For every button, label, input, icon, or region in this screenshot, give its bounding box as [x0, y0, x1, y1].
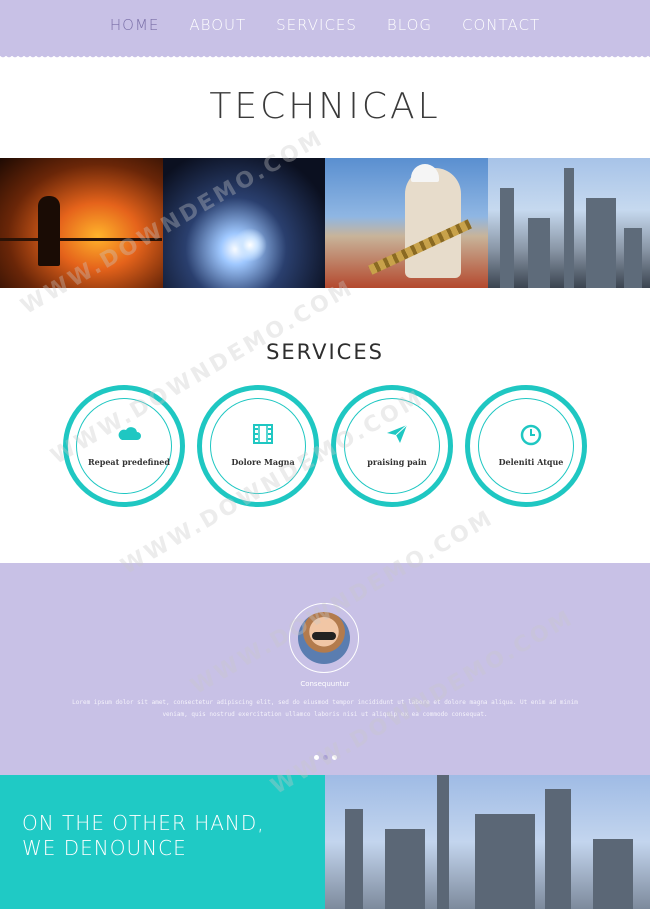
service-card[interactable]: praising pain	[331, 385, 453, 507]
refinery-photo	[487, 158, 650, 288]
bottom-heading: ON THE OTHER HAND, WE DENOUNCE	[22, 811, 265, 861]
avatar	[289, 603, 359, 673]
film-icon	[202, 424, 324, 449]
carousel-dots	[314, 755, 337, 760]
steel-furnace-photo	[0, 158, 163, 288]
carousel-dot[interactable]	[314, 755, 319, 760]
nav-blog-link[interactable]: BLOG	[387, 16, 432, 34]
top-navigation: HOME ABOUT SERVICES BLOG CONTACT	[0, 0, 650, 56]
page-title: TECHNICAL	[209, 86, 441, 127]
nav-about-link[interactable]: ABOUT	[189, 16, 246, 34]
carousel-dot[interactable]	[332, 755, 337, 760]
cloud-icon	[68, 424, 190, 447]
service-label: Deleniti Atque	[498, 457, 564, 467]
welding-sparks-photo	[162, 158, 325, 288]
bottom-heading-line1: ON THE OTHER HAND,	[22, 811, 265, 835]
service-label: Dolore Magna	[231, 457, 295, 467]
bottom-heading-line2: WE DENOUNCE	[22, 836, 187, 860]
nav-services-link[interactable]: SERVICES	[276, 16, 357, 34]
service-card[interactable]: Repeat predefined	[63, 385, 185, 507]
nav-home-link[interactable]: HOME	[110, 16, 160, 34]
testimonial-text: Lorem ipsum dolor sit amet, consectetur …	[72, 699, 578, 718]
worker-chain-photo	[325, 158, 488, 288]
service-label: Repeat predefined	[88, 457, 170, 467]
nav-scalloped-edge	[0, 54, 650, 60]
photo-strip	[0, 158, 650, 288]
service-card[interactable]: Deleniti Atque	[465, 385, 587, 507]
services-list: Repeat predefined Dolore Magna praising …	[0, 385, 650, 507]
services-heading: SERVICES	[266, 340, 384, 364]
refinery-bottom-photo	[325, 775, 650, 909]
carousel-dot[interactable]	[323, 755, 328, 760]
testimonial-section: Consequuntur Lorem ipsum dolor sit amet,…	[0, 563, 650, 775]
bottom-teal-panel: ON THE OTHER HAND, WE DENOUNCE	[0, 775, 325, 909]
service-label: praising pain	[367, 457, 427, 467]
nav-contact-link[interactable]: CONTACT	[462, 16, 540, 34]
paper-plane-icon	[336, 424, 458, 449]
service-card[interactable]: Dolore Magna	[197, 385, 319, 507]
clock-icon	[470, 424, 592, 451]
testimonial-author: Consequuntur	[300, 680, 350, 688]
